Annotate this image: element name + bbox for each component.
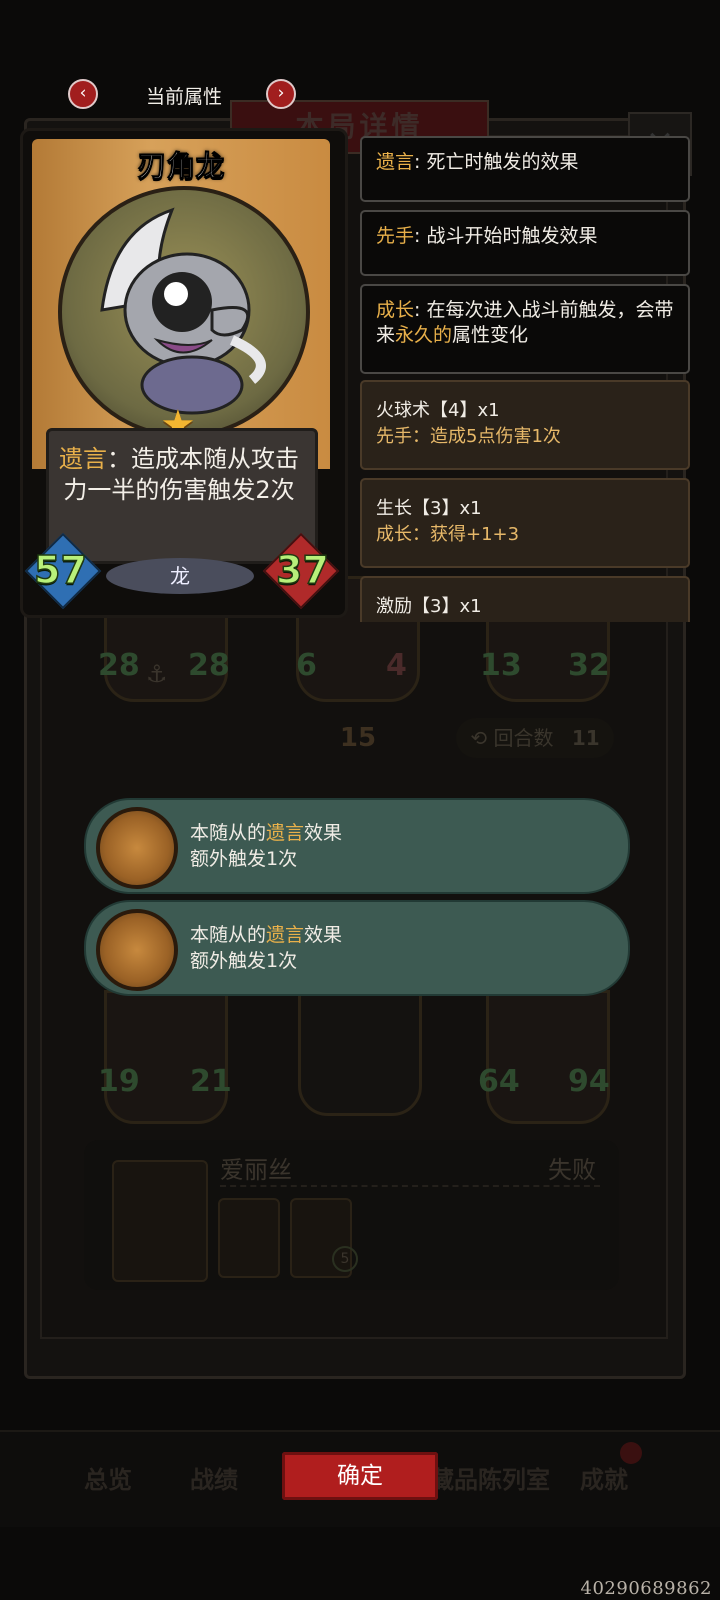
- unit-4-health: 21: [190, 1064, 232, 1099]
- coin-icon: [96, 909, 178, 991]
- minion-portrait: [58, 186, 310, 438]
- effect-toast: 本随从的遗言效果 额外触发1次: [84, 900, 630, 996]
- nav-collection[interactable]: 藏品陈列室: [430, 1460, 550, 1495]
- keyword-first-strike: 先手: 战斗开始时触发效果: [360, 210, 690, 276]
- skill-inspire: 激励【3】x1: [360, 576, 690, 622]
- notification-dot-icon: [620, 1442, 642, 1464]
- unit-3-attack: 13: [480, 648, 522, 683]
- rounds-label: 回合数: [493, 726, 554, 750]
- attributes-title: 当前属性: [145, 86, 222, 108]
- nav-overview[interactable]: 总览: [84, 1460, 132, 1495]
- unit-3-health: 32: [568, 648, 610, 683]
- opponent-unit-1: [218, 1198, 280, 1278]
- prev-arrow-icon[interactable]: ‹: [68, 79, 98, 109]
- unit-2-attack: 6: [296, 648, 317, 683]
- opponent-name: 爱丽丝: [220, 1156, 292, 1184]
- unit-2-health: 4: [386, 648, 407, 683]
- level-badge: 5: [332, 1246, 358, 1272]
- board-unit-4[interactable]: [104, 990, 228, 1124]
- minion-name: 刃角龙: [137, 149, 225, 184]
- board-slot-empty: [298, 990, 422, 1116]
- desc-keyword: 遗言: [59, 445, 107, 473]
- effect-toast: 本随从的遗言效果 额外触发1次: [84, 798, 630, 894]
- card-description: 遗言：造成本随从攻击力一半的伤害触发2次: [58, 444, 300, 506]
- confirm-button[interactable]: 确定: [282, 1452, 438, 1500]
- card-health: 37: [275, 547, 329, 593]
- player-id: 40290689862: [580, 1578, 712, 1599]
- skill-name: 激励【3】x1: [376, 596, 482, 617]
- coin-icon: [96, 807, 178, 889]
- effect-text: 本随从的遗言效果 额外触发1次: [190, 822, 343, 870]
- unit-4-attack: 19: [98, 1064, 140, 1099]
- rounds-value: 11: [571, 726, 600, 750]
- opponent-avatar: [112, 1160, 208, 1282]
- skill-grow: 生长【3】x1 成长：获得+1+3: [360, 478, 690, 568]
- dinosaur-icon: [100, 207, 266, 415]
- unit-1-attack: 28: [98, 648, 140, 683]
- skill-name: 火球术【4】x1: [376, 400, 500, 421]
- rounds-counter: ⟲ 回合数 11: [456, 718, 614, 758]
- repeat-icon: ⟲: [470, 726, 488, 750]
- keyword-growth: 成长: 在每次进入战斗前触发，会带来永久的属性变化: [360, 284, 690, 374]
- effect-text: 本随从的遗言效果 额外触发1次: [190, 924, 343, 972]
- nav-record[interactable]: 战绩: [190, 1460, 238, 1495]
- unit-1-health: 28: [188, 648, 230, 683]
- keyword-deathrattle: 遗言: 死亡时触发的效果: [360, 136, 690, 202]
- tribe-label: 龙: [106, 558, 254, 594]
- skill-desc: 成长：获得+1+3: [376, 524, 520, 545]
- battle-result: 失败: [548, 1156, 596, 1184]
- skill-name: 生长【3】x1: [376, 498, 482, 519]
- board-unit-5[interactable]: [486, 990, 610, 1124]
- turn-marker: 15: [339, 723, 377, 753]
- card-attack: 57: [33, 547, 87, 593]
- divider: [220, 1185, 600, 1187]
- skill-desc: 先手：造成5点伤害1次: [376, 426, 561, 447]
- nav-achievements[interactable]: 成就: [580, 1460, 628, 1495]
- unit-5-attack: 64: [478, 1064, 520, 1099]
- unit-5-health: 94: [568, 1064, 610, 1099]
- anchor-icon: ⚓: [146, 660, 168, 688]
- skill-fireball: 火球术【4】x1 先手：造成5点伤害1次: [360, 380, 690, 470]
- next-arrow-icon[interactable]: ›: [266, 79, 296, 109]
